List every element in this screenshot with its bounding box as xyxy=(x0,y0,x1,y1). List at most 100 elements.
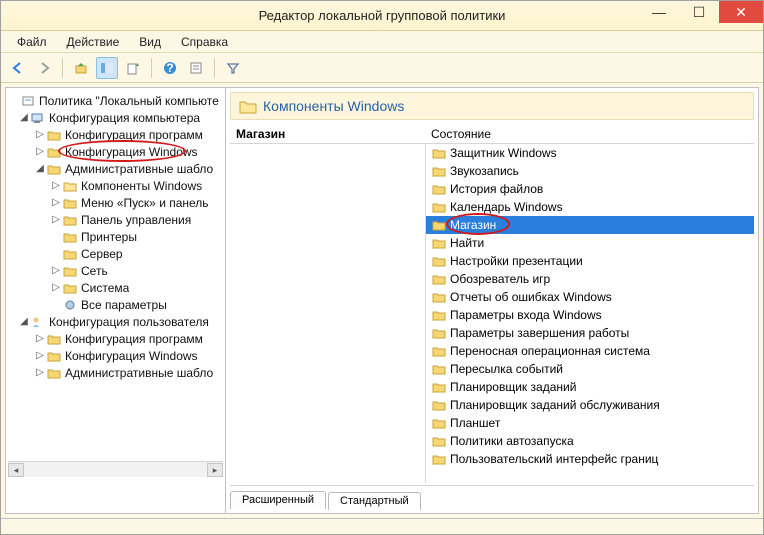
list-item-label: Отчеты об ошибках Windows xyxy=(450,290,612,304)
node-computer-config[interactable]: Конфигурация компьютера xyxy=(49,111,200,125)
main-header-title: Компоненты Windows xyxy=(263,98,404,114)
export-button[interactable] xyxy=(122,57,144,79)
list-item[interactable]: Обозреватель игр xyxy=(426,270,754,288)
list-item-label: Пересылка событий xyxy=(450,362,563,376)
node-server[interactable]: Сервер xyxy=(81,247,123,261)
list-item-label: Обозреватель игр xyxy=(450,272,550,286)
list-item[interactable]: Параметры завершения работы xyxy=(426,324,754,342)
list-item-label: Защитник Windows xyxy=(450,146,557,160)
list-item[interactable]: Политики автозапуска xyxy=(426,432,754,450)
column-right-header[interactable]: Состояние xyxy=(425,127,491,141)
help-button[interactable]: ? xyxy=(159,57,181,79)
node-admin-templates-user[interactable]: Административные шабло xyxy=(65,366,213,380)
list-item-label: Политики автозапуска xyxy=(450,434,574,448)
expander-icon[interactable]: ▷ xyxy=(50,214,62,225)
folder-icon xyxy=(432,291,446,303)
folder-icon xyxy=(432,255,446,267)
policy-root-icon xyxy=(20,94,36,108)
expander-icon[interactable]: ◢ xyxy=(18,112,30,123)
filter-button[interactable] xyxy=(222,57,244,79)
list-item[interactable]: Планировщик заданий xyxy=(426,378,754,396)
node-windows-components[interactable]: Компоненты Windows xyxy=(81,179,202,193)
folder-icon xyxy=(432,381,446,393)
tree-hscrollbar[interactable]: ◂ ▸ xyxy=(8,461,223,477)
up-button[interactable] xyxy=(70,57,92,79)
folder-icon xyxy=(432,219,446,231)
folder-icon xyxy=(432,345,446,357)
expander-icon[interactable]: ▷ xyxy=(34,350,46,361)
list-item[interactable]: Планшет xyxy=(426,414,754,432)
list-item-label: Параметры входа Windows xyxy=(450,308,602,322)
node-control-panel[interactable]: Панель управления xyxy=(81,213,191,227)
expander-icon[interactable]: ▷ xyxy=(34,367,46,378)
list-item-label: Планировщик заданий обслуживания xyxy=(450,398,660,412)
nav-back-button[interactable] xyxy=(7,57,29,79)
list-item[interactable]: Отчеты об ошибках Windows xyxy=(426,288,754,306)
folder-icon xyxy=(46,366,62,380)
list-item[interactable]: Пользовательский интерфейс границ xyxy=(426,450,754,468)
folder-open-icon xyxy=(62,179,78,193)
list-item[interactable]: Календарь Windows xyxy=(426,198,754,216)
list-item[interactable]: Найти xyxy=(426,234,754,252)
list-item[interactable]: Планировщик заданий обслуживания xyxy=(426,396,754,414)
node-user-config[interactable]: Конфигурация пользователя xyxy=(49,315,209,329)
expander-icon[interactable]: ▷ xyxy=(50,180,62,191)
details-pane xyxy=(230,144,425,483)
list-item-label: Планшет xyxy=(450,416,500,430)
list-item[interactable]: Пересылка событий xyxy=(426,360,754,378)
main-header: Компоненты Windows xyxy=(230,92,754,120)
menu-help[interactable]: Справка xyxy=(173,33,236,51)
expander-icon[interactable]: ◢ xyxy=(18,316,30,327)
show-tree-button[interactable] xyxy=(96,57,118,79)
expander-icon[interactable]: ▷ xyxy=(50,282,62,293)
list-item[interactable]: История файлов xyxy=(426,180,754,198)
expander-icon[interactable]: ◢ xyxy=(34,163,46,174)
expander-icon[interactable]: ▷ xyxy=(34,333,46,344)
folder-icon xyxy=(46,332,62,346)
folder-icon xyxy=(432,309,446,321)
toolbar: ? xyxy=(1,53,763,83)
menu-file[interactable]: Файл xyxy=(9,33,55,51)
main-panel: Компоненты Windows Магазин Состояние Защ… xyxy=(226,88,758,513)
node-cfg-windows[interactable]: Конфигурация Windows xyxy=(65,145,198,159)
properties-button[interactable] xyxy=(185,57,207,79)
folder-icon xyxy=(46,349,62,363)
tab-extended[interactable]: Расширенный xyxy=(230,491,326,509)
tabs-bar: Расширенный Стандартный xyxy=(230,485,754,509)
folder-icon xyxy=(46,145,62,159)
node-root[interactable]: Политика "Локальный компьюте xyxy=(39,94,219,108)
list-item[interactable]: Параметры входа Windows xyxy=(426,306,754,324)
column-headers: Магазин Состояние xyxy=(230,124,754,144)
expander-icon[interactable]: ▷ xyxy=(34,146,46,157)
list-item[interactable]: Защитник Windows xyxy=(426,144,754,162)
node-cfg-programs[interactable]: Конфигурация программ xyxy=(65,128,203,142)
node-cfg-programs-user[interactable]: Конфигурация программ xyxy=(65,332,203,346)
node-network[interactable]: Сеть xyxy=(81,264,108,278)
column-left-header[interactable]: Магазин xyxy=(230,127,425,141)
folder-list[interactable]: Защитник Windows ЗвукозаписьИстория файло… xyxy=(426,144,754,483)
node-printers[interactable]: Принтеры xyxy=(81,230,137,244)
nav-tree[interactable]: Политика "Локальный компьюте ◢ Конфигурац… xyxy=(6,88,226,513)
list-item[interactable]: Магазин xyxy=(426,216,754,234)
minimize-button[interactable]: — xyxy=(639,1,679,23)
nav-forward-button[interactable] xyxy=(33,57,55,79)
menu-view[interactable]: Вид xyxy=(131,33,169,51)
list-item[interactable]: Переносная операционная система xyxy=(426,342,754,360)
folder-icon xyxy=(432,363,446,375)
node-admin-templates[interactable]: Административные шабло xyxy=(65,162,213,176)
menu-action[interactable]: Действие xyxy=(59,33,128,51)
node-start-menu[interactable]: Меню «Пуск» и панель xyxy=(81,196,209,210)
list-item[interactable]: Настройки презентации xyxy=(426,252,754,270)
maximize-button[interactable]: ☐ xyxy=(679,1,719,23)
close-button[interactable]: ✕ xyxy=(719,1,763,23)
node-all-settings[interactable]: Все параметры xyxy=(81,298,167,312)
tab-standard[interactable]: Стандартный xyxy=(328,492,421,510)
expander-icon[interactable]: ▷ xyxy=(50,197,62,208)
node-cfg-windows-user[interactable]: Конфигурация Windows xyxy=(65,349,198,363)
expander-icon[interactable]: ▷ xyxy=(50,265,62,276)
folder-icon xyxy=(62,213,78,227)
folder-open-icon xyxy=(239,98,257,114)
expander-icon[interactable]: ▷ xyxy=(34,129,46,140)
node-system[interactable]: Система xyxy=(81,281,129,295)
list-item[interactable]: Звукозапись xyxy=(426,162,754,180)
